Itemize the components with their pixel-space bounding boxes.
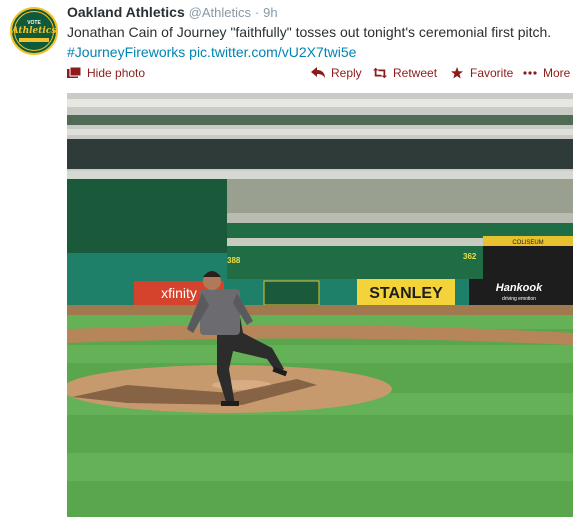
stadium-photo: COLISEUM 388 362 xfinity STANLEY Hankook… <box>67 93 573 517</box>
hankook-tagline: driving emotion <box>502 296 536 302</box>
more-button[interactable]: More <box>523 66 570 80</box>
avatar-logo: VOTE Athletics <box>11 11 57 51</box>
coliseum-text: COLISEUM <box>512 240 543 246</box>
grass-stripe-4 <box>67 453 573 481</box>
favorite-button[interactable]: Favorite <box>450 66 513 80</box>
retweet-button[interactable]: Retweet <box>373 66 437 80</box>
hide-photo-label: Hide photo <box>87 66 146 80</box>
xfinity-text: xfinity <box>161 285 197 301</box>
tweet-actions: Hide photo Reply Retweet Favorite More <box>67 66 573 84</box>
tweet-header: Oakland Athletics @Athletics · 9h <box>67 4 278 20</box>
reply-button[interactable]: Reply <box>311 66 362 80</box>
author-handle[interactable]: @Athletics <box>189 5 251 20</box>
retweet-icon <box>373 67 387 79</box>
avatar[interactable]: VOTE Athletics <box>10 7 58 55</box>
tweet-text: Jonathan Cain of Journey "faithfully" to… <box>67 22 567 62</box>
warning-track <box>67 305 573 315</box>
reply-label: Reply <box>331 66 362 80</box>
suite-level <box>67 139 573 169</box>
separator-dot: · <box>254 5 260 20</box>
hankook-text: Hankook <box>496 282 543 294</box>
avatar-logo-text: Athletics <box>11 26 57 36</box>
star-icon <box>451 67 463 79</box>
outfield-wall-upper <box>67 253 227 281</box>
hide-photo-button[interactable]: Hide photo <box>67 66 145 80</box>
favorite-label: Favorite <box>470 66 514 80</box>
tweet: VOTE Athletics Oakland Athletics @Athlet… <box>0 0 578 519</box>
stanley-text: STANLEY <box>369 285 443 302</box>
hashtag-link[interactable]: #JourneyFireworks <box>67 44 185 60</box>
tweet-photo[interactable]: COLISEUM 388 362 xfinity STANLEY Hankook… <box>67 93 573 517</box>
pic-link[interactable]: pic.twitter.com/vU2X7twi5e <box>189 44 356 60</box>
tweet-time[interactable]: 9h <box>263 5 277 20</box>
more-label: More <box>543 66 571 80</box>
avatar-ribbon <box>19 38 49 42</box>
tweet-body: Jonathan Cain of Journey "faithfully" to… <box>67 24 552 40</box>
upper-deck-seats <box>67 115 573 125</box>
retweet-label: Retweet <box>393 66 438 80</box>
ellipsis-icon <box>523 71 537 75</box>
distance-left: 388 <box>227 256 241 265</box>
upper-deck-rail <box>67 99 573 107</box>
upper-deck-rail-2 <box>67 129 573 135</box>
photo-icon <box>67 67 81 78</box>
author-name[interactable]: Oakland Athletics <box>67 4 185 20</box>
grass-stripe-2 <box>67 345 573 363</box>
champions-ad <box>263 280 320 306</box>
distance-right: 362 <box>463 252 477 261</box>
reply-icon <box>311 67 325 78</box>
